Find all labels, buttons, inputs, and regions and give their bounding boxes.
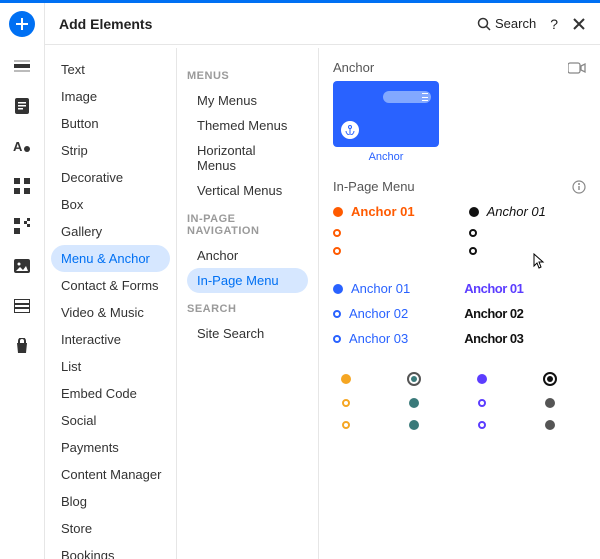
category-item[interactable]: Store [51,515,170,542]
subcategory-item[interactable]: My Menus [187,88,308,113]
dot-menu-presets [333,372,586,430]
search-label: Search [495,16,536,31]
subcategory-heading: SEARCH [187,303,308,315]
subcategory-item[interactable]: Horizontal Menus [187,138,308,178]
category-item[interactable]: Bookings [51,542,170,559]
inpage-menu-preset-bold[interactable]: Anchor 01 Anchor 02 Anchor 03 [464,281,523,346]
add-elements-panel: Add Elements Search ? TextImageButtonStr… [44,3,600,559]
category-item[interactable]: Video & Music [51,299,170,326]
category-item[interactable]: Interactive [51,326,170,353]
subcategory-heading: MENUS [187,70,308,82]
category-item[interactable]: Social [51,407,170,434]
section-title-anchor: Anchor [333,60,374,75]
category-item[interactable]: Button [51,110,170,137]
search-icon [477,17,491,31]
subcategory-list: MENUS My MenusThemed MenusHorizontal Menu… [177,48,319,559]
list-item: Anchor 02 [349,306,408,321]
media-icon[interactable] [11,255,33,277]
panel-header: Add Elements Search ? [45,3,600,45]
list-item: Anchor 01 [351,204,415,219]
dot-preset[interactable] [407,372,421,386]
dot-preset[interactable] [543,372,557,386]
search-button[interactable]: Search [477,16,536,31]
category-item[interactable]: Strip [51,137,170,164]
page-icon[interactable] [11,95,33,117]
category-item[interactable]: Contact & Forms [51,272,170,299]
video-icon[interactable] [568,62,586,74]
list-item: Anchor 02 [464,306,523,321]
category-item[interactable]: Text [51,56,170,83]
category-item[interactable]: Embed Code [51,380,170,407]
svg-text:A: A [13,139,23,154]
category-list: TextImageButtonStripDecorativeBoxGallery… [45,48,177,559]
list-item: Anchor 03 [464,331,523,346]
add-icon[interactable] [9,11,35,37]
panel-title: Add Elements [59,16,152,32]
inpage-menu-preset-orange[interactable]: Anchor 01 [333,204,415,255]
category-item[interactable]: Content Manager [51,461,170,488]
category-item[interactable]: Decorative [51,164,170,191]
subcategory-item[interactable]: Anchor [187,243,308,268]
info-icon[interactable] [572,180,586,194]
content-pane: Anchor Anchor In-Page Menu Anchor 01 [319,48,600,559]
subcategory-heading: IN-PAGE NAVIGATION [187,213,308,237]
anchor-element-tile[interactable]: Anchor [333,81,439,163]
inpage-menu-preset-blue[interactable]: Anchor 01 Anchor 02 Anchor 03 [333,281,410,346]
category-item[interactable]: Gallery [51,218,170,245]
tool-rail: A [0,3,44,559]
list-item: Anchor 01 [464,281,523,296]
blocks-icon[interactable] [11,215,33,237]
subcategory-item[interactable]: In-Page Menu [187,268,308,293]
inpage-menu-preset-serif[interactable]: Anchor 01 [469,204,546,255]
subcategory-item[interactable]: Site Search [187,321,308,346]
anchor-tile-caption: Anchor [333,151,439,163]
dot-preset[interactable] [475,372,489,386]
table-icon[interactable] [11,295,33,317]
section-title-inpage: In-Page Menu [333,179,415,194]
subcategory-item[interactable]: Themed Menus [187,113,308,138]
font-icon[interactable]: A [11,135,33,157]
category-item[interactable]: Box [51,191,170,218]
help-icon[interactable]: ? [550,16,558,32]
section-icon[interactable] [11,55,33,77]
close-icon[interactable] [572,17,586,31]
category-item[interactable]: Image [51,83,170,110]
list-item: Anchor 03 [349,331,408,346]
list-item: Anchor 01 [487,204,546,219]
category-item[interactable]: Blog [51,488,170,515]
category-item[interactable]: List [51,353,170,380]
dot-preset[interactable] [339,372,353,386]
category-item[interactable]: Payments [51,434,170,461]
apps-icon[interactable] [11,175,33,197]
store-icon[interactable] [11,335,33,357]
category-item[interactable]: Menu & Anchor [51,245,170,272]
subcategory-item[interactable]: Vertical Menus [187,178,308,203]
list-item: Anchor 01 [351,281,410,296]
anchor-icon [341,121,359,139]
